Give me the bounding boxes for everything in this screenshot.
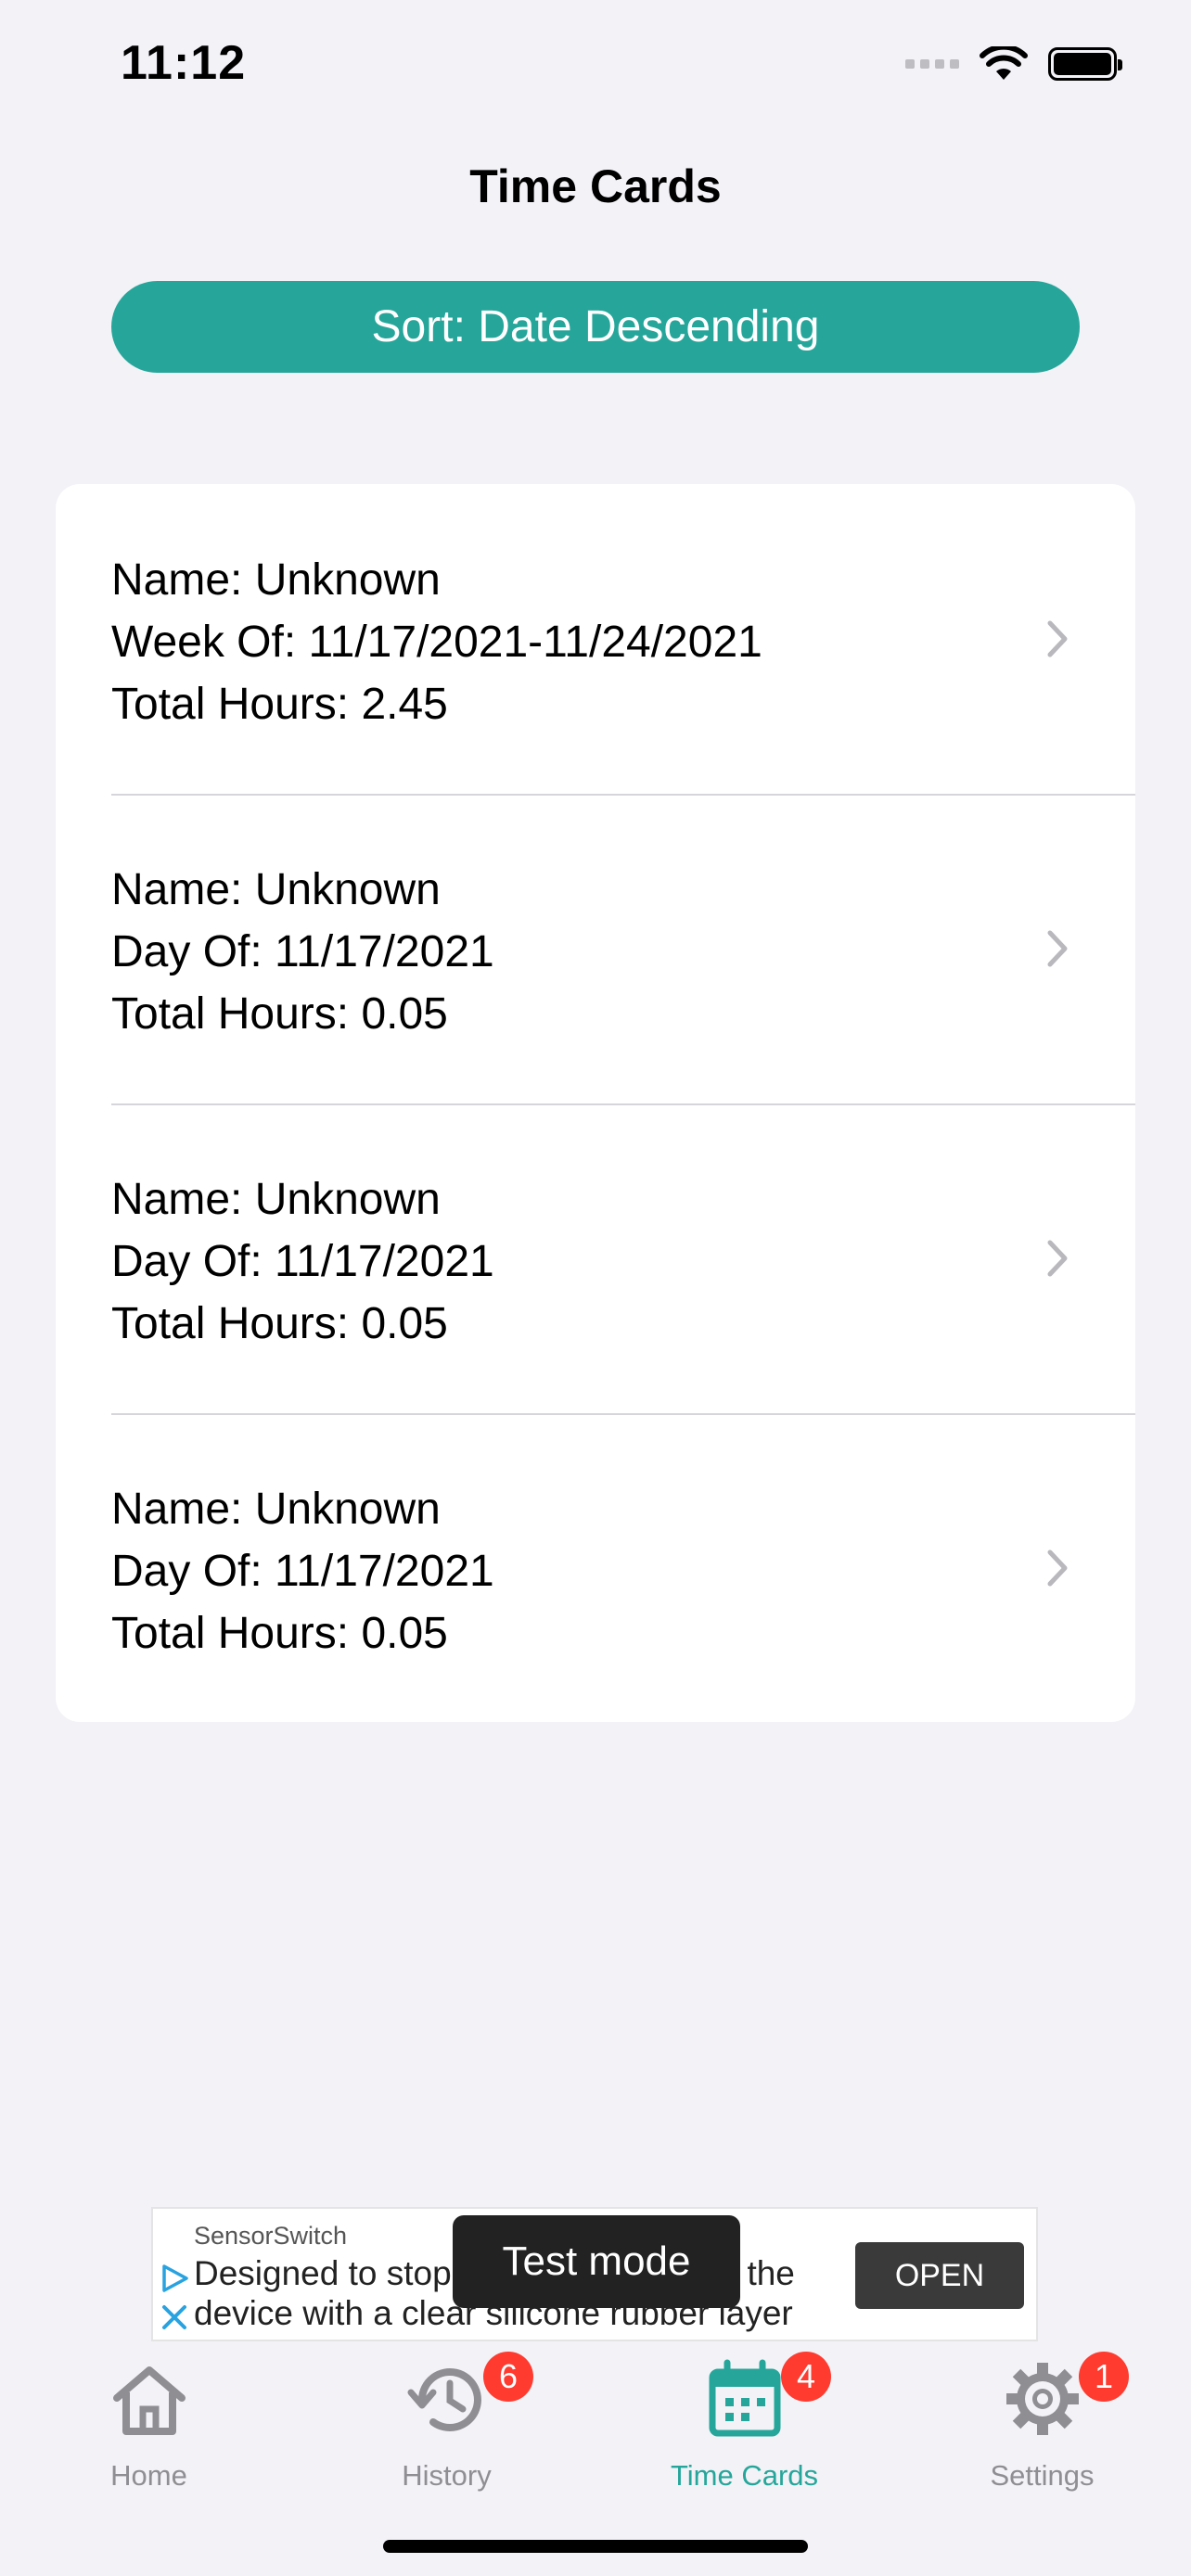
page-title: Time Cards	[469, 160, 722, 212]
status-icons	[905, 46, 1122, 82]
tab-label: Time Cards	[670, 2459, 819, 2492]
tab-label: Home	[110, 2459, 187, 2492]
status-time: 11:12	[121, 36, 247, 90]
time-card-name: Name: Unknown	[111, 1485, 441, 1534]
chevron-right-icon	[1047, 620, 1068, 657]
sort-button[interactable]: Sort: Date Descending	[111, 281, 1080, 373]
tab-history[interactable]: 6 History	[298, 2346, 596, 2494]
status-bar: 11:12	[0, 0, 1191, 130]
time-card-hours: Total Hours: 0.05	[111, 1609, 448, 1658]
time-card-period: Day Of: 11/17/2021	[111, 1237, 494, 1286]
ad-close-icon[interactable]	[159, 2302, 190, 2333]
history-badge: 6	[483, 2352, 533, 2402]
time-card-period: Day Of: 11/17/2021	[111, 1547, 494, 1596]
time-card-list: Name: Unknown Week Of: 11/17/2021-11/24/…	[56, 484, 1135, 1722]
time-card-hours: Total Hours: 2.45	[111, 680, 448, 729]
home-icon	[113, 2366, 186, 2435]
ad-sponsor: SensorSwitch	[194, 2222, 348, 2250]
wifi-icon	[980, 46, 1028, 80]
tab-time-cards[interactable]: 4 Time Cards	[596, 2346, 893, 2494]
time-card-text: Name: Unknown Day Of: 11/17/2021 Total H…	[111, 1478, 494, 1664]
test-mode-label: Test mode	[453, 2215, 740, 2308]
time-card-row[interactable]: Name: Unknown Day Of: 11/17/2021 Total H…	[56, 794, 1135, 1103]
tab-label: Settings	[990, 2459, 1095, 2492]
tab-label: History	[402, 2459, 492, 2492]
ad-open-button[interactable]: OPEN	[855, 2242, 1024, 2309]
battery-icon	[1048, 47, 1122, 81]
time-card-name: Name: Unknown	[111, 1175, 441, 1224]
time-card-row[interactable]: Name: Unknown Day Of: 11/17/2021 Total H…	[56, 1413, 1135, 1722]
ad-choices-icon[interactable]	[159, 2263, 190, 2294]
time-card-name: Name: Unknown	[111, 865, 441, 914]
time-card-row[interactable]: Name: Unknown Day Of: 11/17/2021 Total H…	[56, 1103, 1135, 1413]
time-card-period: Week Of: 11/17/2021-11/24/2021	[111, 618, 762, 667]
time-card-hours: Total Hours: 0.05	[111, 1299, 448, 1348]
time-cards-badge: 4	[781, 2352, 831, 2402]
calendar-icon	[709, 2359, 781, 2437]
time-card-period: Day Of: 11/17/2021	[111, 927, 494, 976]
chevron-right-icon	[1047, 930, 1068, 967]
time-card-hours: Total Hours: 0.05	[111, 989, 448, 1039]
time-card-name: Name: Unknown	[111, 555, 441, 605]
home-indicator	[383, 2540, 808, 2553]
time-card-text: Name: Unknown Day Of: 11/17/2021 Total H…	[111, 859, 494, 1045]
tab-home[interactable]: Home	[0, 2346, 298, 2494]
chevron-right-icon	[1047, 1240, 1068, 1277]
time-card-text: Name: Unknown Day Of: 11/17/2021 Total H…	[111, 1168, 494, 1355]
time-card-text: Name: Unknown Week Of: 11/17/2021-11/24/…	[111, 549, 762, 735]
cellular-signal-icon	[905, 59, 959, 69]
settings-badge: 1	[1079, 2352, 1129, 2402]
time-card-row[interactable]: Name: Unknown Week Of: 11/17/2021-11/24/…	[56, 484, 1135, 794]
tab-settings[interactable]: 1 Settings	[893, 2346, 1191, 2494]
history-icon	[407, 2367, 481, 2431]
chevron-right-icon	[1047, 1549, 1068, 1587]
gear-icon	[1006, 2363, 1079, 2435]
